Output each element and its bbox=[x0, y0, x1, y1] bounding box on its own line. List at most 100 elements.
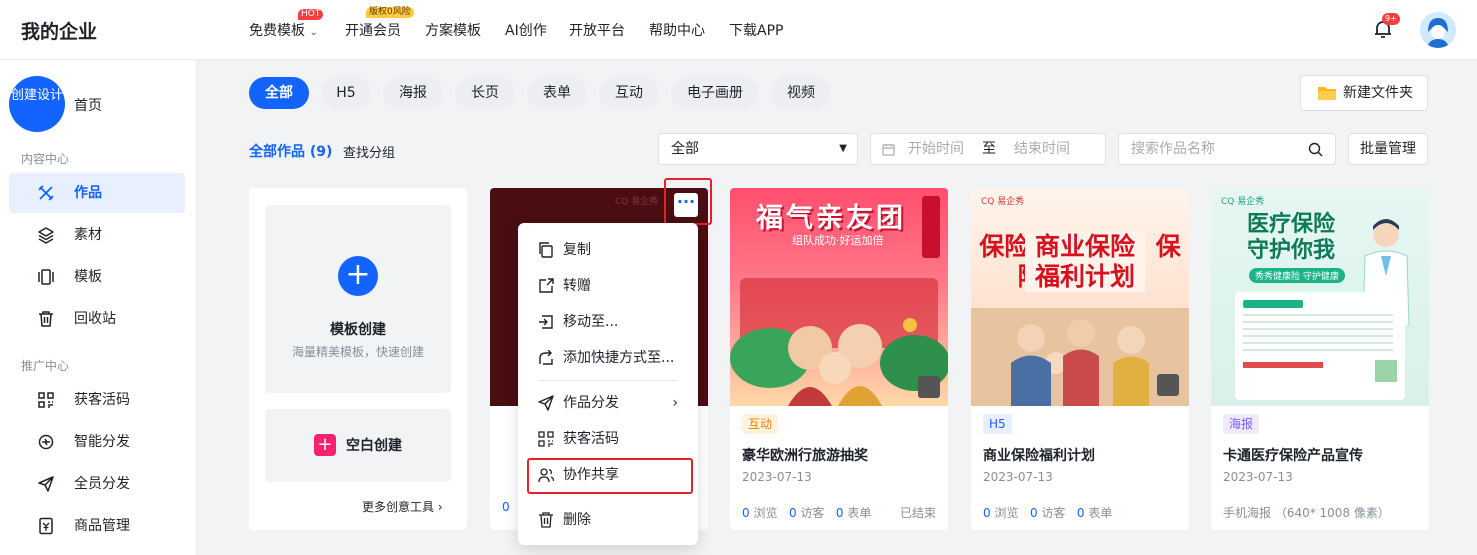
search-icon[interactable] bbox=[1308, 142, 1323, 157]
blank-create-box[interactable]: + 空白创建 bbox=[265, 409, 451, 482]
menu-item-transfer[interactable]: 转赠 bbox=[518, 269, 698, 303]
trash-icon bbox=[539, 512, 553, 528]
tab-long-page[interactable]: 长页 bbox=[455, 77, 515, 109]
send-icon bbox=[38, 476, 54, 492]
end-time-input[interactable]: 结束时间 bbox=[1014, 134, 1070, 164]
nav-solution-templates[interactable]: 方案模板 bbox=[425, 20, 481, 40]
nav-free-templates[interactable]: 免费模板 ⌄ bbox=[249, 20, 318, 40]
nav-open-platform[interactable]: 开放平台 bbox=[569, 20, 625, 40]
works-icon bbox=[38, 185, 54, 201]
side-ribbon bbox=[922, 196, 940, 258]
date-range-picker[interactable]: 开始时间 至 结束时间 bbox=[870, 133, 1106, 165]
sidebar-item-home[interactable]: 首页 bbox=[74, 95, 102, 115]
watermark-logo: CQ 易企秀 bbox=[615, 197, 659, 207]
menu-item-copy[interactable]: 复制 bbox=[518, 233, 698, 267]
card-thumbnail: 福气亲友团 组队成功·好运加倍 bbox=[730, 188, 948, 406]
card-meta: 手机海报 （640* 1008 像素） bbox=[1223, 506, 1390, 520]
tab-all[interactable]: 全部 bbox=[249, 77, 309, 109]
add-icon: + bbox=[314, 434, 336, 456]
avatar[interactable] bbox=[1420, 12, 1456, 48]
tab-form[interactable]: 表单 bbox=[527, 77, 587, 109]
panel-qrcode bbox=[1375, 360, 1397, 382]
watermark-logo: CQ 易企秀 bbox=[1221, 197, 1265, 207]
menu-item-add-shortcut[interactable]: 添加快捷方式至... bbox=[518, 341, 698, 375]
sidebar-item-materials[interactable]: 素材 bbox=[9, 215, 185, 255]
card-date: 2023-07-13 bbox=[742, 470, 812, 484]
sidebar-item-templates[interactable]: 模板 bbox=[9, 257, 185, 297]
thumbnail-title: 福气亲友团 bbox=[756, 203, 906, 234]
sidebar-item-smart-distribution[interactable]: 智能分发 bbox=[9, 422, 185, 462]
stat-value: 0 bbox=[502, 500, 510, 514]
all-works-count[interactable]: 全部作品 (9) bbox=[249, 141, 332, 161]
nav-membership[interactable]: 开通会员 bbox=[345, 20, 401, 40]
date-separator: 至 bbox=[982, 141, 996, 157]
nav-help-center[interactable]: 帮助中心 bbox=[649, 20, 705, 40]
chevron-right-icon: › bbox=[672, 395, 678, 411]
chevron-down-icon: ⌄ bbox=[309, 27, 318, 38]
card-tag: 互动 bbox=[742, 414, 779, 434]
card-stats: 0 浏览 0 访客 0 表单 bbox=[742, 506, 872, 520]
menu-item-lead-qrcode[interactable]: 获客活码 bbox=[518, 422, 698, 456]
create-design-button[interactable]: 创建设计 bbox=[9, 76, 65, 132]
new-folder-button[interactable]: 新建文件夹 bbox=[1300, 75, 1428, 111]
template-create-title: 模板创建 bbox=[330, 322, 386, 338]
top-bar: 我的企业 免费模板 ⌄ HOT 开通会员 版权0风险 方案模板 AI创作 开放平… bbox=[0, 0, 1477, 60]
type-filter-select[interactable]: 全部 ▼ bbox=[658, 133, 858, 165]
nav-download-app[interactable]: 下载APP bbox=[729, 20, 783, 40]
notification-badge: 9+ bbox=[1382, 13, 1400, 25]
card-title: 豪华欧洲行旅游抽奖 bbox=[742, 448, 868, 464]
send-icon bbox=[538, 395, 554, 411]
shortcut-icon bbox=[539, 350, 553, 365]
find-group-link[interactable]: 查找分组 bbox=[343, 142, 395, 161]
sidebar-item-recycle-bin[interactable]: 回收站 bbox=[9, 299, 185, 339]
layers-icon bbox=[38, 227, 54, 244]
batch-manage-button[interactable]: 批量管理 bbox=[1348, 133, 1428, 165]
card-date: 2023-07-13 bbox=[1223, 470, 1293, 484]
sidebar-item-works[interactable]: 作品 bbox=[9, 173, 185, 213]
thumbnail-title: 医疗保险守护你我 bbox=[1247, 212, 1336, 263]
work-card-insurance-plan[interactable]: CQ 易企秀 保险产品介绍 | 保险公司宣传 商业保险福利计划 H5 商业保险福… bbox=[971, 188, 1189, 530]
watermark-logo: CQ 易企秀 bbox=[981, 197, 1025, 207]
family-illustration bbox=[730, 278, 948, 406]
template-icon bbox=[38, 269, 54, 285]
product-icon bbox=[39, 517, 53, 535]
tab-poster[interactable]: 海报 bbox=[383, 77, 443, 109]
menu-item-delete[interactable]: 删除 bbox=[518, 503, 698, 537]
create-card: + 模板创建 海量精美模板，快速创建 + 空白创建 更多创意工具 › bbox=[249, 188, 467, 530]
more-button-highlight bbox=[664, 178, 712, 225]
card-title: 卡通医疗保险产品宣传 bbox=[1223, 448, 1363, 464]
search-input[interactable]: 搜索作品名称 bbox=[1118, 133, 1336, 165]
qrcode-icon[interactable] bbox=[918, 376, 940, 398]
nav-ai-create[interactable]: AI创作 bbox=[505, 20, 547, 40]
template-create-box[interactable]: + 模板创建 海量精美模板，快速创建 bbox=[265, 205, 451, 393]
move-icon bbox=[539, 315, 553, 329]
brand-title[interactable]: 我的企业 bbox=[21, 17, 97, 44]
start-time-input[interactable]: 开始时间 bbox=[908, 134, 964, 164]
calendar-icon bbox=[882, 144, 895, 156]
promo-center-title: 推广中心 bbox=[21, 359, 70, 373]
sidebar-item-lead-qrcode[interactable]: 获客活码 bbox=[9, 380, 185, 420]
tab-video[interactable]: 视频 bbox=[771, 77, 831, 109]
work-card-medical-insurance[interactable]: CQ 易企秀 医疗保险守护你我 秀秀健康险 守护健康 海报 卡通医疗保险产品宣传… bbox=[1211, 188, 1429, 530]
sidebar-item-product-management[interactable]: 商品管理 bbox=[9, 506, 185, 546]
work-card-travel-lottery[interactable]: 福气亲友团 组队成功·好运加倍 互动 豪华欧洲行旅游抽奖 2023-07-13 … bbox=[730, 188, 948, 530]
card-tag: 海报 bbox=[1223, 414, 1260, 434]
thumbnail-title-block: 商业保险福利计划 bbox=[1025, 232, 1145, 292]
card-date: 2023-07-13 bbox=[983, 470, 1053, 484]
folder-icon bbox=[1318, 87, 1336, 100]
tab-interactive[interactable]: 互动 bbox=[599, 77, 659, 109]
menu-item-move-to[interactable]: 移动至... bbox=[518, 305, 698, 339]
thumbnail-heading: 商业保险福利计划 bbox=[1034, 232, 1135, 291]
blank-create-title: 空白创建 bbox=[346, 438, 402, 454]
tab-h5[interactable]: H5 bbox=[321, 77, 371, 109]
card-title: 商业保险福利计划 bbox=[983, 448, 1095, 464]
chevron-right-icon: › bbox=[437, 500, 443, 514]
info-panel bbox=[1235, 292, 1405, 400]
sidebar-item-staff-distribution[interactable]: 全员分发 bbox=[9, 464, 185, 504]
context-menu: 复制 转赠 移动至... 添加快捷方式至... 作品分发 › 获客活码 协作共享… bbox=[518, 223, 698, 545]
qrcode-icon[interactable] bbox=[1157, 374, 1179, 396]
more-tools-link[interactable]: 更多创意工具 › bbox=[362, 498, 443, 515]
tab-brochure[interactable]: 电子画册 bbox=[671, 77, 759, 109]
menu-item-distribute[interactable]: 作品分发 › bbox=[518, 386, 698, 420]
hot-badge: HOT bbox=[298, 9, 324, 20]
